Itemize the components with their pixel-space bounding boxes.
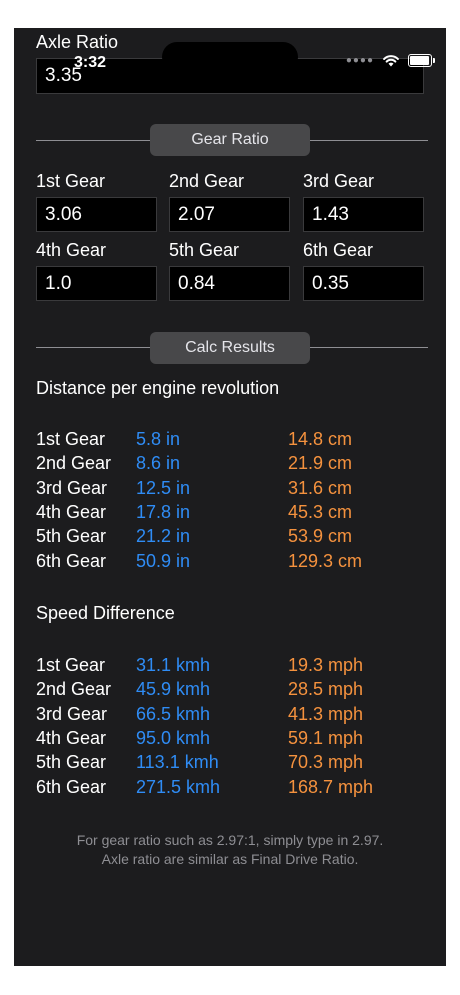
- distance-metric: 14.8 cm: [288, 429, 353, 449]
- speed-mph: 70.3 mph: [288, 752, 364, 772]
- distance-gear-label: 4th Gear: [36, 502, 107, 522]
- status-time: 3:32: [74, 54, 107, 71]
- speed-gear-label: 5th Gear: [36, 752, 107, 772]
- divider-right-2: [310, 347, 428, 348]
- speed-mph: 28.5 mph: [288, 679, 364, 699]
- speed-mph: 19.3 mph: [288, 655, 364, 675]
- distance-row: 5th Gear 21.2 in 53.9 cm: [36, 526, 436, 550]
- speed-kmh: 113.1 kmh: [136, 752, 219, 772]
- distance-metric: 21.9 cm: [288, 453, 353, 473]
- footer-line-2: Axle ratio are similar as Final Drive Ra…: [101, 851, 359, 867]
- distance-imperial: 50.9 in: [136, 551, 191, 571]
- speed-row: 2nd Gear 45.9 kmh 28.5 mph: [36, 679, 436, 703]
- gear-2-label: 2nd Gear: [169, 171, 245, 191]
- speed-gear-label: 2nd Gear: [36, 679, 112, 699]
- speed-kmh: 271.5 kmh: [136, 777, 221, 797]
- gear-3-label: 3rd Gear: [303, 171, 375, 191]
- speed-row: 4th Gear 95.0 kmh 59.1 mph: [36, 728, 436, 752]
- battery-icon: [408, 54, 435, 67]
- distance-imperial: 12.5 in: [136, 478, 191, 498]
- distance-row: 1st Gear 5.8 in 14.8 cm: [36, 429, 436, 453]
- speed-gear-label: 3rd Gear: [36, 704, 108, 724]
- speed-row: 1st Gear 31.1 kmh 19.3 mph: [36, 655, 436, 679]
- distance-imperial: 8.6 in: [136, 453, 181, 473]
- speed-kmh: 66.5 kmh: [136, 704, 211, 724]
- gear-6-label: 6th Gear: [303, 240, 374, 260]
- calc-results-header: Calc Results: [150, 332, 310, 364]
- speed-gear-label: 1st Gear: [36, 655, 106, 675]
- speed-gear-label: 4th Gear: [36, 728, 107, 748]
- camera-notch: [162, 42, 298, 72]
- distance-row: 4th Gear 17.8 in 45.3 cm: [36, 502, 436, 526]
- distance-metric: 129.3 cm: [288, 551, 363, 571]
- distance-imperial: 5.8 in: [136, 429, 181, 449]
- status-icons: ●●●●: [345, 54, 435, 67]
- distance-metric: 31.6 cm: [288, 478, 353, 498]
- gear-5-input[interactable]: 0.84: [169, 266, 290, 301]
- speed-kmh: 45.9 kmh: [136, 679, 211, 699]
- footer-note: For gear ratio such as 2.97:1, simply ty…: [14, 831, 446, 869]
- distance-title: Distance per engine revolution: [36, 378, 280, 398]
- gear-4-label: 4th Gear: [36, 240, 107, 260]
- distance-row: 3rd Gear 12.5 in 31.6 cm: [36, 478, 436, 502]
- speed-kmh: 95.0 kmh: [136, 728, 211, 748]
- gear-2-input[interactable]: 2.07: [169, 197, 290, 232]
- distance-gear-label: 1st Gear: [36, 429, 106, 449]
- divider-left-2: [36, 347, 150, 348]
- speed-mph: 168.7 mph: [288, 777, 374, 797]
- gear-3-input[interactable]: 1.43: [303, 197, 424, 232]
- speed-gear-label: 6th Gear: [36, 777, 107, 797]
- gear-5-label: 5th Gear: [169, 240, 240, 260]
- gear-1-input[interactable]: 3.06: [36, 197, 157, 232]
- distance-metric: 53.9 cm: [288, 526, 353, 546]
- gear-4-input[interactable]: 1.0: [36, 266, 157, 301]
- distance-gear-label: 3rd Gear: [36, 478, 108, 498]
- distance-metric: 45.3 cm: [288, 502, 353, 522]
- speed-kmh: 31.1 kmh: [136, 655, 211, 675]
- distance-row: 6th Gear 50.9 in 129.3 cm: [36, 551, 436, 575]
- distance-imperial: 17.8 in: [136, 502, 191, 522]
- distance-gear-label: 6th Gear: [36, 551, 107, 571]
- distance-gear-label: 2nd Gear: [36, 453, 112, 473]
- distance-gear-label: 5th Gear: [36, 526, 107, 546]
- divider-left: [36, 140, 150, 141]
- wifi-icon: [383, 55, 399, 67]
- speed-row: 3rd Gear 66.5 kmh 41.3 mph: [36, 704, 436, 728]
- footer-line-1: For gear ratio such as 2.97:1, simply ty…: [76, 832, 384, 848]
- speed-title: Speed Difference: [36, 603, 175, 623]
- signal-dots-icon: ●●●●: [345, 55, 374, 66]
- app-screen: Axle Ratio 3.35 3:32 ●●●● Gear Ratio 1st…: [14, 28, 446, 966]
- distance-row: 2nd Gear 8.6 in 21.9 cm: [36, 453, 436, 477]
- gear-1-label: 1st Gear: [36, 171, 106, 191]
- gear-ratio-header: Gear Ratio: [150, 124, 310, 156]
- distance-imperial: 21.2 in: [136, 526, 191, 546]
- speed-mph: 41.3 mph: [288, 704, 364, 724]
- divider-right: [310, 140, 428, 141]
- speed-row: 6th Gear 271.5 kmh 168.7 mph: [36, 777, 436, 801]
- speed-mph: 59.1 mph: [288, 728, 364, 748]
- gear-6-input[interactable]: 0.35: [303, 266, 424, 301]
- speed-row: 5th Gear 113.1 kmh 70.3 mph: [36, 752, 436, 776]
- axle-ratio-label: Axle Ratio: [36, 32, 119, 52]
